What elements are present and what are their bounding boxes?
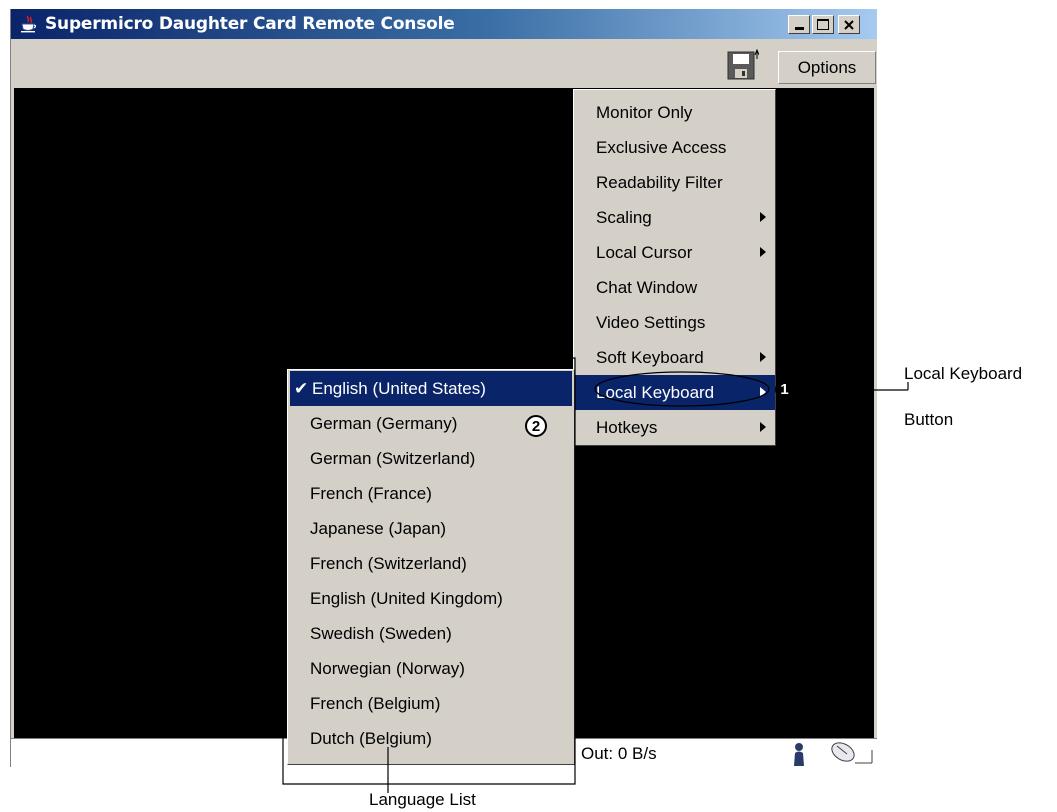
annotation-overlay — [282, 357, 909, 793]
button-label: Button — [904, 410, 954, 429]
local-keyboard-label: Local Keyboard — [904, 364, 1023, 383]
local-keyboard-highlight-oval — [594, 371, 770, 407]
callout-badge-1: 1 — [775, 380, 794, 399]
language-list-label: Language List — [369, 790, 476, 809]
callout-badge-2: 2 — [525, 415, 547, 437]
